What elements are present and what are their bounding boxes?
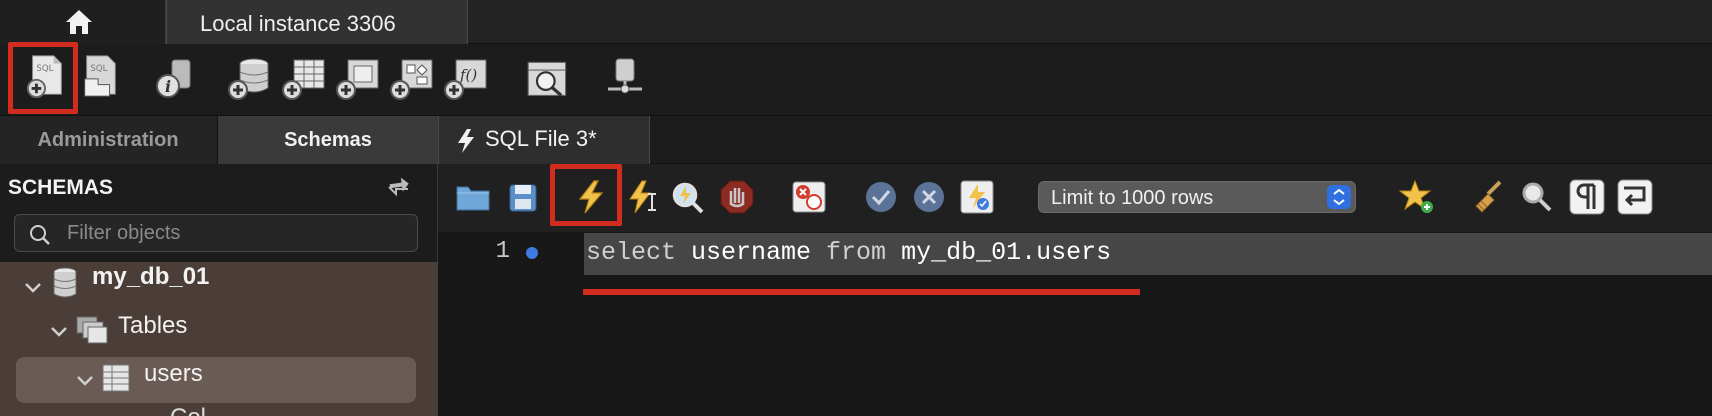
stop-on-error-icon[interactable]: [790, 178, 828, 216]
tab-administration[interactable]: Administration: [0, 116, 216, 164]
autocommit-icon[interactable]: [958, 178, 996, 216]
column-identifier: username: [676, 238, 827, 267]
save-icon[interactable]: [504, 178, 542, 216]
search-icon: [30, 225, 50, 245]
tab-local-instance[interactable]: Local instance 3306: [166, 0, 468, 44]
svg-text:f(): f(): [459, 66, 477, 84]
tab-sql-file[interactable]: SQL File 3*: [438, 116, 650, 164]
chevron-down-icon[interactable]: [24, 281, 42, 295]
tab-sql-file-label: SQL File 3*: [485, 126, 597, 151]
lightning-icon: [458, 129, 474, 153]
execute-highlight: [550, 164, 622, 226]
chevron-updown-icon: [1327, 185, 1351, 209]
keyword-from: from: [826, 238, 887, 267]
stop-icon[interactable]: [718, 178, 756, 216]
tab-schemas[interactable]: Schemas: [217, 116, 438, 164]
word-wrap-icon[interactable]: [1616, 178, 1654, 216]
keyword-select: select: [586, 238, 677, 267]
schemas-title: SCHEMAS: [8, 176, 114, 199]
statement-marker-icon: [526, 247, 538, 259]
database-icon: [53, 267, 77, 298]
chevron-down-icon[interactable]: [76, 374, 94, 388]
create-view-icon[interactable]: [336, 56, 380, 100]
chevron-down-icon[interactable]: [50, 325, 68, 339]
tables-label[interactable]: Tables: [118, 312, 187, 340]
schema-my-db-01[interactable]: my_db_01: [92, 263, 209, 291]
execute-statement-icon[interactable]: [624, 178, 662, 216]
create-table-icon[interactable]: [282, 56, 326, 100]
limit-rows-select[interactable]: Limit to 1000 rows: [1038, 181, 1356, 213]
create-procedure-icon[interactable]: [390, 56, 434, 100]
tables-folder-icon: [76, 316, 108, 344]
commit-icon[interactable]: [862, 178, 900, 216]
beautify-icon[interactable]: [1470, 178, 1508, 216]
line-number: 1: [495, 238, 510, 265]
table-identifier: my_db_01.users: [886, 238, 1112, 267]
home-tab[interactable]: [0, 0, 166, 44]
table-icon: [102, 364, 130, 392]
filter-objects-input[interactable]: [67, 221, 397, 245]
rollback-icon[interactable]: [910, 178, 948, 216]
table-users-label[interactable]: users: [144, 360, 203, 388]
add-snippet-icon[interactable]: [1398, 178, 1436, 216]
reconnect-icon[interactable]: [604, 56, 648, 100]
new-sql-tab-highlight: [8, 42, 78, 114]
explain-icon[interactable]: [668, 178, 706, 216]
code-underline-annotation: [583, 289, 1140, 295]
create-function-icon[interactable]: f(): [444, 56, 488, 100]
open-file-icon[interactable]: [454, 178, 492, 216]
find-icon[interactable]: [1518, 178, 1556, 216]
search-table-data-icon[interactable]: [526, 58, 570, 102]
show-invisibles-icon[interactable]: [1568, 178, 1606, 216]
limit-rows-value: Limit to 1000 rows: [1051, 187, 1214, 209]
filter-objects-field[interactable]: [14, 214, 418, 252]
refresh-icon[interactable]: [386, 174, 412, 198]
server-info-icon[interactable]: i: [152, 56, 196, 100]
svg-text:i: i: [165, 77, 171, 96]
tab-label: Local instance 3306: [200, 11, 396, 36]
home-icon: [66, 10, 92, 34]
open-sql-script-icon[interactable]: SQL: [78, 54, 122, 98]
svg-text:SQL: SQL: [90, 64, 107, 74]
create-schema-icon[interactable]: [228, 56, 272, 100]
sql-code-line[interactable]: select username from my_db_01.users: [586, 238, 1111, 267]
columns-label[interactable]: Col: [170, 404, 206, 416]
